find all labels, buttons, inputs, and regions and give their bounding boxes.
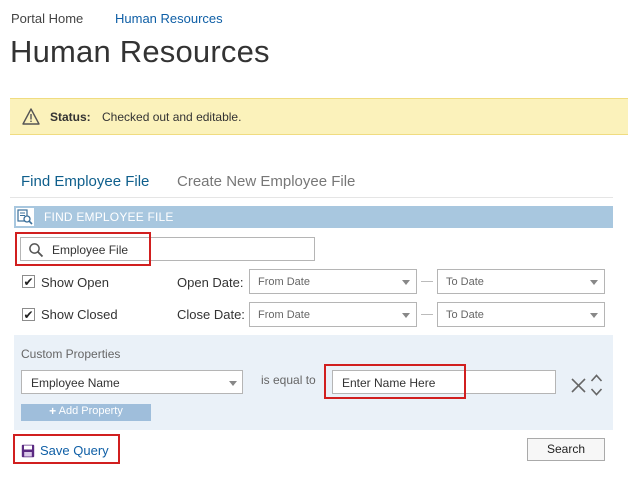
chevron-down-icon: [590, 280, 598, 285]
highlight-search-frame: [15, 232, 151, 266]
section-header-title: FIND EMPLOYEE FILE: [44, 210, 174, 224]
tab-create-new-employee-file[interactable]: Create New Employee File: [177, 173, 355, 190]
show-open-checkbox[interactable]: ✔: [22, 275, 35, 288]
highlight-save-frame: [13, 434, 120, 464]
move-up-icon[interactable]: [590, 372, 603, 382]
search-document-icon: [16, 208, 34, 226]
checkmark-icon: ✔: [23, 308, 34, 322]
show-closed-checkbox[interactable]: ✔: [22, 308, 35, 321]
tab-bar: Find Employee File Create New Employee F…: [10, 170, 613, 200]
search-button[interactable]: Search: [527, 438, 605, 461]
open-from-date-value: From Date: [258, 276, 310, 288]
custom-properties-panel: Custom Properties Employee Name is equal…: [14, 335, 613, 430]
status-label: Status:: [50, 110, 91, 124]
plus-icon: +: [49, 404, 57, 418]
breadcrumb: Portal Home Human Resources: [11, 11, 311, 29]
close-from-date-value: From Date: [258, 309, 310, 321]
date-range-dash: [421, 314, 433, 315]
remove-property-icon[interactable]: [571, 378, 586, 393]
open-date-label: Open Date:: [177, 275, 244, 290]
tab-find-employee-file[interactable]: Find Employee File: [21, 173, 149, 190]
highlight-value-frame: [324, 364, 466, 399]
warning-icon: [22, 108, 40, 125]
show-closed-label: Show Closed: [41, 307, 118, 322]
close-to-date-dropdown[interactable]: To Date: [437, 302, 605, 327]
chevron-down-icon: [590, 313, 598, 318]
search-button-label: Search: [546, 442, 586, 456]
property-dropdown-value: Employee Name: [31, 376, 120, 390]
open-from-date-dropdown[interactable]: From Date: [249, 269, 417, 294]
breadcrumb-current[interactable]: Human Resources: [115, 11, 223, 26]
close-from-date-dropdown[interactable]: From Date: [249, 302, 417, 327]
open-to-date-dropdown[interactable]: To Date: [437, 269, 605, 294]
add-property-button[interactable]: + Add Property: [21, 404, 151, 421]
status-text: Checked out and editable.: [102, 110, 242, 124]
tab-divider: [10, 197, 613, 198]
date-range-dash: [421, 281, 433, 282]
open-to-date-value: To Date: [446, 276, 484, 288]
chevron-down-icon: [402, 313, 410, 318]
page-title: Human Resources: [10, 34, 270, 69]
chevron-down-icon: [402, 280, 410, 285]
show-open-label: Show Open: [41, 275, 109, 290]
breadcrumb-home[interactable]: Portal Home: [11, 11, 83, 26]
custom-properties-title: Custom Properties: [21, 347, 121, 361]
status-bar: Status: Checked out and editable.: [10, 98, 628, 135]
close-to-date-value: To Date: [446, 309, 484, 321]
property-dropdown[interactable]: Employee Name: [21, 370, 243, 394]
section-header: FIND EMPLOYEE FILE: [14, 206, 613, 228]
close-date-label: Close Date:: [177, 307, 245, 322]
operator-label: is equal to: [261, 373, 316, 387]
move-down-icon[interactable]: [590, 386, 603, 396]
add-property-label: Add Property: [58, 405, 123, 417]
checkmark-icon: ✔: [23, 275, 34, 289]
chevron-down-icon: [229, 381, 237, 386]
